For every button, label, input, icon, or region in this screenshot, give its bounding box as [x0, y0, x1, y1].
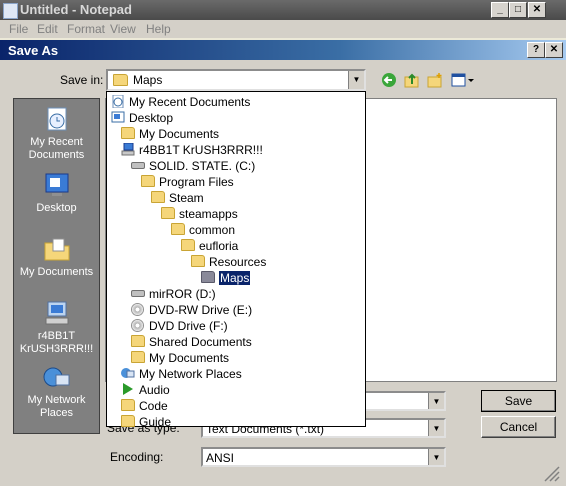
- dropdown-item-label: Steam: [169, 191, 204, 205]
- dropdown-item-label: DVD Drive (F:): [149, 319, 228, 333]
- save-in-value: Maps: [133, 73, 163, 87]
- menu-help[interactable]: Help: [146, 22, 171, 36]
- notepad-titlebar: Untitled - Notepad _ □ ✕: [0, 0, 566, 20]
- help-icon[interactable]: ?: [527, 42, 545, 58]
- save-in-dropdown-list: My Recent Documents Desktop My Documents r4…: [106, 91, 366, 429]
- save-in-combo[interactable]: Maps ▼: [106, 69, 366, 91]
- place-my-network-places[interactable]: My Network Places: [14, 363, 99, 420]
- dropdown-item-label: eufloria: [199, 239, 239, 253]
- encoding-label: Encoding:: [110, 450, 164, 464]
- place-desktop[interactable]: Desktop: [14, 171, 99, 215]
- menu-edit[interactable]: Edit: [37, 22, 58, 36]
- dropdown-item-label: Code: [139, 399, 168, 413]
- place-label: My Documents: [19, 266, 94, 278]
- recent-icon: [111, 94, 125, 109]
- open-folder-icon: [201, 271, 215, 283]
- place-label: My Network Places: [27, 394, 86, 419]
- folder-icon: [161, 207, 175, 219]
- minimize-icon[interactable]: _: [491, 2, 509, 18]
- place-label: My Recent Documents: [28, 136, 85, 161]
- place-label: r4BB1T KrUSH3RRR!!!: [19, 330, 94, 355]
- dropdown-item-label: My Documents: [149, 351, 230, 365]
- dropdown-item-label: common: [189, 223, 236, 237]
- folder-icon: [113, 74, 128, 86]
- folder-icon: [121, 415, 135, 427]
- resize-grip-icon[interactable]: [540, 462, 560, 482]
- up-folder-icon[interactable]: [404, 72, 420, 88]
- place-my-computer[interactable]: r4BB1T KrUSH3RRR!!!: [14, 299, 99, 356]
- views-menu-icon[interactable]: [451, 72, 475, 88]
- chevron-down-icon[interactable]: ▼: [428, 420, 444, 436]
- maximize-icon[interactable]: □: [509, 2, 527, 18]
- dialog-title: Save As: [8, 43, 59, 58]
- dropdown-item-label: Shared Documents: [149, 335, 252, 349]
- save-in-label: Save in:: [60, 73, 104, 87]
- dropdown-item-label: DVD-RW Drive (E:): [149, 303, 253, 317]
- computer-icon: [45, 301, 68, 325]
- folder-icon: [121, 399, 135, 411]
- dvd-icon: [131, 303, 144, 316]
- encoding-combo[interactable]: ANSI ▼: [201, 447, 446, 467]
- chevron-down-icon[interactable]: ▼: [428, 393, 444, 409]
- drive-icon: [131, 290, 145, 297]
- notepad-menubar: File Edit Format View Help: [0, 20, 566, 38]
- dropdown-item-label: My Network Places: [139, 367, 242, 381]
- place-my-documents[interactable]: My Documents: [14, 235, 99, 279]
- folder-icon: [121, 127, 135, 139]
- dropdown-item-label: My Documents: [139, 127, 220, 141]
- dvd-icon: [131, 319, 144, 332]
- dropdown-item-label: SOLID. STATE. (C:): [149, 159, 256, 173]
- place-my-recent-documents[interactable]: My Recent Documents: [14, 105, 99, 162]
- dialog-titlebar: Save As ? ✕: [0, 40, 566, 60]
- dropdown-item-label: r4BB1T KrUSH3RRR!!!: [139, 143, 263, 157]
- cancel-button[interactable]: Cancel: [481, 416, 556, 438]
- folder-icon: [191, 255, 205, 267]
- dialog-close-icon[interactable]: ✕: [545, 42, 563, 58]
- dropdown-item-label: steamapps: [179, 207, 238, 221]
- folder-icon: [131, 335, 145, 347]
- folder-icon: [171, 223, 185, 235]
- notepad-icon: [3, 3, 18, 19]
- chevron-down-icon[interactable]: ▼: [348, 71, 364, 89]
- desktop-icon: [45, 173, 68, 196]
- back-icon[interactable]: [381, 72, 397, 88]
- chevron-down-icon[interactable]: ▼: [428, 449, 444, 465]
- encoding-value: ANSI: [206, 451, 235, 465]
- menu-file[interactable]: File: [9, 22, 28, 36]
- dropdown-item-label: My Recent Documents: [129, 95, 251, 109]
- new-folder-icon[interactable]: [427, 72, 443, 88]
- dropdown-item-label: mirROR (D:): [149, 287, 216, 301]
- network-icon: [121, 367, 135, 379]
- folder-icon: [151, 191, 165, 203]
- dropdown-item-label: Program Files: [159, 175, 234, 189]
- places-bar: My Recent Documents Desktop My Documents…: [13, 98, 100, 434]
- place-label: Desktop: [36, 202, 77, 214]
- dropdown-item-label: Audio: [139, 383, 170, 397]
- recent-documents-icon: [47, 107, 66, 131]
- play-icon: [121, 383, 135, 395]
- folder-icon: [131, 351, 145, 363]
- folder-icon: [141, 175, 155, 187]
- notepad-title: Untitled - Notepad: [20, 2, 132, 17]
- drive-icon: [131, 162, 145, 169]
- desktop-icon: [111, 111, 125, 123]
- dropdown-item-label: Desktop: [129, 111, 174, 125]
- dropdown-item-label: Resources: [209, 255, 267, 269]
- my-documents-icon: [44, 238, 69, 261]
- network-icon: [43, 367, 69, 387]
- computer-icon: [121, 142, 135, 156]
- menu-view[interactable]: View: [110, 22, 136, 36]
- save-button[interactable]: Save: [481, 390, 556, 412]
- dropdown-item-label: Guide: [139, 415, 172, 429]
- menu-format[interactable]: Format: [67, 22, 105, 36]
- dropdown-item-label: Maps: [219, 271, 251, 285]
- close-icon[interactable]: ✕: [528, 2, 546, 18]
- folder-icon: [181, 239, 195, 251]
